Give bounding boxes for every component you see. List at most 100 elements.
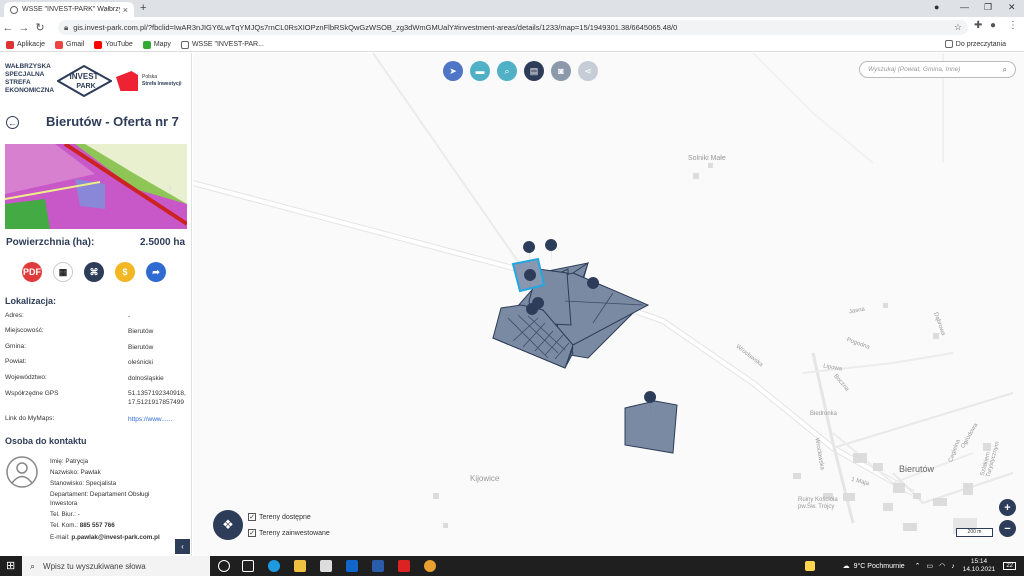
file-explorer-icon[interactable] <box>294 560 306 572</box>
minimize-button[interactable]: — <box>960 2 969 12</box>
chrome-icon[interactable] <box>424 560 436 572</box>
map-search-input[interactable]: Wyszukaj (Powiat, Gmina, Inne) ⌕ <box>859 61 1016 78</box>
bookmark-apps[interactable]: Aplikacje <box>6 40 46 49</box>
qr-code-icon[interactable]: ▦ <box>53 262 73 282</box>
bookmark-maps[interactable]: Mapy <box>142 40 171 49</box>
weather-text[interactable]: 9°C Pochmurnie <box>854 563 905 570</box>
maps-icon <box>142 40 151 49</box>
place-label: Bierutów <box>899 464 935 474</box>
checkbox-invested[interactable]: ✓ <box>248 529 256 537</box>
search-icon[interactable]: ⌕ <box>1003 65 1007 75</box>
lock-icon[interactable]: 🔒︎ <box>64 23 68 33</box>
gmail-icon <box>55 40 64 49</box>
clock[interactable]: 15:14 14.10.2021 <box>963 558 996 574</box>
task-view-icon[interactable] <box>242 560 254 572</box>
map-toolbar: ➤ ▬ ⌕ ▤ ◙ ⋖ <box>443 61 605 81</box>
bookmark-youtube[interactable]: YouTube <box>94 40 133 49</box>
contact-mobile: Tel. Kom.: 885 557 766 <box>50 522 115 530</box>
loc-value-voivodeship: dolnośląskie <box>128 375 164 382</box>
forward-icon[interactable]: → <box>16 22 32 34</box>
wifi-icon[interactable]: ◠ <box>939 562 945 570</box>
contact-department-2: Inwestora <box>50 500 78 507</box>
zoom-out-button[interactable]: − <box>999 520 1016 537</box>
maximize-button[interactable]: ❐ <box>984 2 992 13</box>
logo-park-text: PARK <box>76 83 95 90</box>
tray-app-icon[interactable] <box>804 561 815 571</box>
edge-icon[interactable] <box>268 560 280 572</box>
apps-grid-icon <box>6 40 14 49</box>
print-icon[interactable]: ▤ <box>524 61 544 81</box>
acrobat-icon[interactable] <box>398 560 410 572</box>
profile-icon[interactable]: ● <box>990 20 996 31</box>
reload-icon[interactable]: ↻ <box>32 21 48 34</box>
cortana-icon[interactable] <box>218 560 230 572</box>
share-arrow-icon[interactable]: ➦ <box>146 262 166 282</box>
new-tab-button[interactable]: + <box>140 2 146 14</box>
legend-available[interactable]: ✓ Tereny dostępne <box>248 513 311 521</box>
outlook-icon[interactable] <box>346 560 358 572</box>
windows-start-icon[interactable]: ⊞ <box>6 560 18 572</box>
bookmark-wsse[interactable]: WSSE "INVEST-PAR... <box>180 40 264 49</box>
browser-tab[interactable]: WSSE "INVEST-PARK" Wałbrzysk... × <box>4 2 134 17</box>
bookmarks-bar: Aplikacje Gmail YouTube Mapy WSSE "INVES… <box>0 38 1024 52</box>
ruler-icon[interactable]: ▬ <box>470 61 490 81</box>
bookmark-label: YouTube <box>105 41 133 48</box>
address-bar[interactable]: 🔒︎ gis.invest-park.com.pl/?fbclid=IwAR3n… <box>58 20 968 35</box>
cloud-icon: ☁ <box>842 563 850 570</box>
zoom-in-button[interactable]: + <box>999 499 1016 516</box>
parcel-thumbnail[interactable] <box>5 144 187 229</box>
bookmark-label: Aplikacje <box>17 41 46 48</box>
contact-email-value[interactable]: p.pawlak@invest-park.com.pl <box>71 534 159 541</box>
store-icon[interactable] <box>320 560 332 572</box>
network-icon[interactable]: ▭ <box>927 562 934 570</box>
loc-value-gps-lat: 51.1357192340918, <box>128 390 186 397</box>
volume-icon[interactable]: ♪ <box>951 563 955 570</box>
back-icon[interactable]: ← <box>0 22 16 34</box>
checkbox-available[interactable]: ✓ <box>248 513 256 521</box>
zoom-icon[interactable]: ⌕ <box>497 61 517 81</box>
contact-mobile-value[interactable]: 885 557 766 <box>80 522 115 529</box>
bookmark-gmail[interactable]: Gmail <box>55 40 84 49</box>
pdf-icon[interactable]: PDF <box>22 262 42 282</box>
contact-heading: Osoba do kontaktu <box>5 436 87 446</box>
location-heading: Lokalizacja: <box>5 296 57 306</box>
mymaps-link[interactable]: https://www...... <box>128 415 172 424</box>
loc-label-district: Powiat: <box>5 358 27 365</box>
word-icon[interactable] <box>372 560 384 572</box>
bookmark-star-icon[interactable]: ☆ <box>954 22 962 33</box>
notifications-icon[interactable]: 22 <box>1003 562 1016 570</box>
legend-invested[interactable]: ✓ Tereny zainwestowane <box>248 529 330 537</box>
loc-label-voivodeship: Województwo: <box>5 374 47 381</box>
action-buttons: PDF ▦ ⌘ $ ➦ <box>22 262 177 282</box>
ps-line1: Polska <box>142 74 158 80</box>
map-canvas[interactable]: Solniki Małe Kijowice Bierutów Biedronka… <box>193 53 1024 556</box>
brand-line: WAŁBRZYSKA <box>5 63 51 70</box>
dollar-icon[interactable]: $ <box>115 262 135 282</box>
bookmark-label: WSSE "INVEST-PAR... <box>191 41 264 48</box>
area-icon[interactable]: ⌘ <box>84 262 104 282</box>
layers-icon[interactable]: ❖ <box>213 510 243 540</box>
avatar <box>6 456 38 488</box>
search-icon: ⌕ <box>30 560 36 571</box>
invest-park-logo[interactable]: INVEST PARK <box>57 65 112 97</box>
cursor-icon[interactable]: ➤ <box>443 61 463 81</box>
tray-chevron-icon[interactable]: ⌃ <box>915 562 921 570</box>
reading-list-icon <box>944 40 953 48</box>
menu-icon[interactable]: ⋮ <box>1008 20 1018 31</box>
back-arrow-icon[interactable]: ← <box>6 116 19 129</box>
collapse-sidebar-button[interactable]: ‹ <box>175 539 190 554</box>
chevron-right-icon[interactable]: › <box>168 180 172 194</box>
reading-list[interactable]: Do przeczytania <box>944 40 1006 48</box>
taskbar-search-input[interactable]: ⌕ Wpisz tu wyszukiwane słowa <box>22 556 210 576</box>
polska-strefa-mark-icon <box>116 71 138 91</box>
loc-label-mymaps: Link do MyMaps: <box>5 415 55 422</box>
loc-label-town: Miejscowość: <box>5 327 44 334</box>
camera-icon[interactable]: ◙ <box>551 61 571 81</box>
polska-strefa-logo[interactable]: Polska Strefa Inwestycji <box>116 71 181 91</box>
share-icon[interactable]: ⋖ <box>578 61 598 81</box>
close-tab-icon[interactable]: × <box>123 5 128 15</box>
loc-label-gps: Współrzędne GPS <box>5 390 59 397</box>
extensions-icon[interactable]: ✚ <box>974 20 982 31</box>
record-icon[interactable]: ● <box>934 2 939 12</box>
close-window-button[interactable]: ✕ <box>1008 2 1016 13</box>
